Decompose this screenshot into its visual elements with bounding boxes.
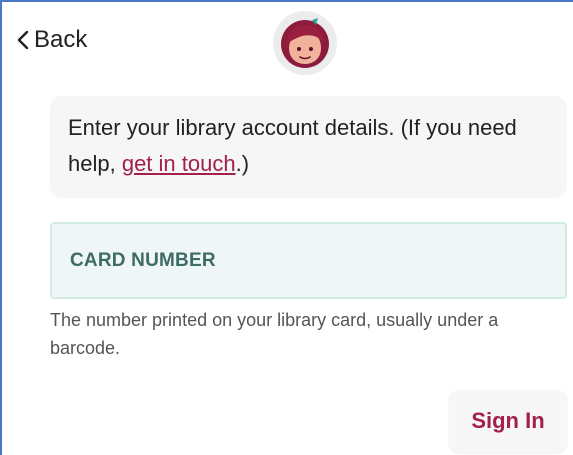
instructions-box: Enter your library account details. (If … (50, 96, 567, 198)
app-frame: Back Enter your library account details.… (0, 0, 573, 455)
get-in-touch-link[interactable]: get in touch (122, 151, 236, 176)
instructions-text-end: .) (235, 151, 250, 176)
card-number-label: CARD NUMBER (70, 249, 216, 271)
card-number-help-text: The number printed on your library card,… (50, 310, 499, 358)
sign-in-button[interactable]: Sign In (449, 390, 567, 452)
back-label: Back (34, 26, 88, 53)
card-number-field[interactable]: CARD NUMBER (50, 222, 567, 299)
back-button[interactable]: Back (16, 24, 87, 56)
libby-logo-icon (273, 11, 337, 75)
chevron-left-icon (16, 29, 30, 51)
